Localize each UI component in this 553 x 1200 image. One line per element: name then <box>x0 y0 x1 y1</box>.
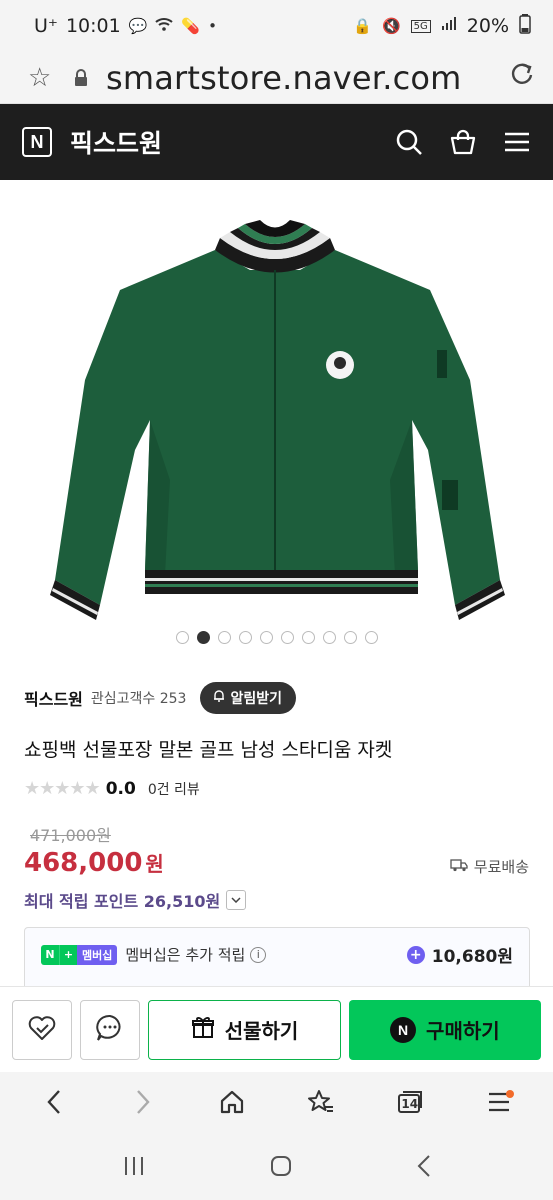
buy-button-label: 구매하기 <box>426 1019 500 1043</box>
purchase-action-bar: 선물하기 N 구매하기 <box>0 986 553 1072</box>
badge-label: 멤버십 <box>77 944 118 965</box>
system-back-icon[interactable] <box>416 1154 432 1182</box>
carousel-dot[interactable] <box>343 631 357 644</box>
review-count[interactable]: 0건 리뷰 <box>148 779 200 799</box>
carousel-dot-active[interactable] <box>196 631 210 644</box>
rating-value: 0.0 <box>105 778 136 799</box>
price-value: 468,000 <box>24 848 143 878</box>
badge-plus: + <box>59 944 77 965</box>
membership-points-value: 10,680원 <box>431 947 513 967</box>
hamburger-menu-icon[interactable] <box>503 130 531 154</box>
badge-n: N <box>41 944 59 965</box>
shipping-info: 무료배송 <box>450 856 529 877</box>
gift-button-label: 선물하기 <box>224 1019 299 1043</box>
subscribe-alert-label: 알림받기 <box>230 691 282 707</box>
lock-icon[interactable] <box>74 68 100 87</box>
subscribe-alert-button[interactable]: 알림받기 <box>200 682 296 714</box>
seller-name[interactable]: 픽스드원 <box>24 686 83 710</box>
image-carousel-dots[interactable] <box>0 631 553 644</box>
address-bar[interactable]: ☆ smartstore.naver.com <box>0 52 553 104</box>
talk-inquiry-button[interactable] <box>80 999 141 1060</box>
home-circle-icon[interactable] <box>269 1154 293 1182</box>
carrier-label: U⁺ <box>34 15 58 37</box>
chevron-right-icon <box>135 1089 151 1119</box>
product-title: 쇼핑백 선물포장 말본 골프 남성 스타디움 자켓 <box>24 739 393 761</box>
naver-pay-logo: N <box>390 1016 417 1043</box>
rating-row[interactable]: ★★★★★ 0.0 0건 리뷰 <box>24 778 200 799</box>
product-image[interactable] <box>0 180 553 620</box>
bookmarks-button[interactable] <box>297 1080 345 1128</box>
back-button[interactable] <box>30 1080 78 1128</box>
status-bar: U⁺ 10:01 💬 💊 • 🔒 🔇 5G 20% <box>0 0 553 52</box>
original-price: 471,000원 <box>30 826 111 845</box>
buy-button[interactable]: N 구매하기 <box>348 999 541 1060</box>
signal-icon <box>441 17 457 35</box>
carousel-dot[interactable] <box>175 631 189 644</box>
lock-notification-icon: 🔒 <box>353 17 372 35</box>
clock: 10:01 <box>65 15 121 37</box>
browser-toolbar: 14 <box>0 1072 553 1136</box>
home-icon <box>219 1089 245 1119</box>
chevron-down-icon[interactable] <box>226 890 247 910</box>
battery-percent: 20% <box>466 15 509 37</box>
tab-count: 14 <box>401 1097 419 1111</box>
price-unit: 원 <box>145 852 164 876</box>
star-list-icon <box>307 1089 335 1119</box>
talk-notification-icon: 💬 <box>128 17 148 35</box>
seller-info: 픽스드원 관심고객수 253 알림받기 <box>24 682 529 714</box>
carousel-dot[interactable] <box>238 631 252 644</box>
naver-logo[interactable]: N <box>22 127 52 157</box>
tabs-button[interactable]: 14 <box>386 1080 434 1128</box>
plus-circle-icon: + <box>406 945 425 964</box>
shopping-bag-icon[interactable] <box>449 128 477 156</box>
rating-stars-icon: ★★★★★ <box>24 778 101 799</box>
gift-box-icon <box>191 1015 215 1044</box>
recent-apps-icon[interactable] <box>122 1155 146 1181</box>
wishlist-button[interactable] <box>12 999 73 1060</box>
gift-button[interactable]: 선물하기 <box>148 999 341 1060</box>
mute-icon: 🔇 <box>381 17 401 35</box>
carousel-dot[interactable] <box>301 631 315 644</box>
url-text[interactable]: smartstore.naver.com <box>106 59 509 97</box>
max-points-label: 최대 적립 포인트 26,510원 <box>24 892 221 911</box>
carousel-dot[interactable] <box>322 631 336 644</box>
chevron-left-icon <box>46 1089 62 1119</box>
search-icon[interactable] <box>395 128 423 156</box>
home-button[interactable] <box>208 1080 256 1128</box>
membership-points: + 10,680원 <box>406 942 513 967</box>
carousel-dot[interactable] <box>259 631 273 644</box>
battery-icon <box>519 13 531 39</box>
bookmark-star-icon[interactable]: ☆ <box>28 63 58 93</box>
truck-icon <box>450 858 468 876</box>
carousel-dot[interactable] <box>280 631 294 644</box>
carousel-dot[interactable] <box>364 631 378 644</box>
forward-button[interactable] <box>119 1080 167 1128</box>
more-notifications-dot-icon: • <box>208 17 217 35</box>
notification-dot <box>505 1090 514 1098</box>
pill-notification-icon: 💊 <box>181 17 201 35</box>
bell-plus-icon <box>212 689 226 707</box>
wifi-icon <box>155 17 174 35</box>
sale-price: 468,000 원 <box>24 848 164 878</box>
chat-bubble-icon <box>95 1013 125 1047</box>
naver-plus-membership-badge: N + 멤버십 <box>41 944 118 965</box>
follower-count: 관심고객수 253 <box>90 691 187 707</box>
shipping-label: 무료배송 <box>473 858 529 876</box>
store-header: N 픽스드원 <box>0 104 553 180</box>
5g-icon: 5G <box>410 19 431 33</box>
membership-text: 멤버십은 추가 적립 <box>125 946 246 964</box>
store-title[interactable]: 픽스드원 <box>70 124 395 160</box>
menu-button[interactable] <box>475 1080 523 1128</box>
carousel-dot[interactable] <box>217 631 231 644</box>
heart-check-icon <box>27 1014 57 1046</box>
reload-icon[interactable] <box>509 61 535 94</box>
system-navigation-bar <box>0 1136 553 1200</box>
info-icon[interactable]: i <box>250 946 267 963</box>
max-points-row[interactable]: 최대 적립 포인트 26,510원 <box>24 888 247 912</box>
